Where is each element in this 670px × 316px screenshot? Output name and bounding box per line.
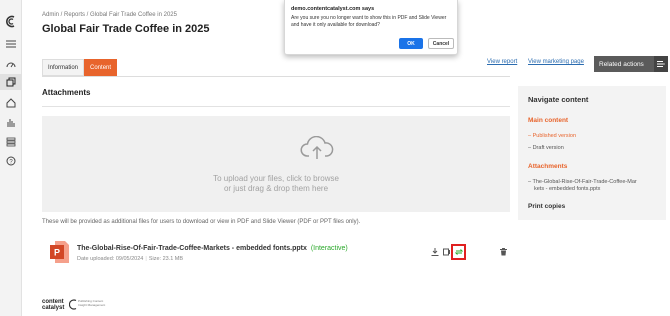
- interactive-tag: (Interactive): [310, 245, 348, 252]
- attachment-filename[interactable]: The-Global-Rise-Of-Fair-Trade-Coffee-Mar…: [77, 245, 348, 252]
- slide-viewer-icon[interactable]: [442, 247, 451, 256]
- breadcrumb[interactable]: Admin / Reports / Global Fair Trade Coff…: [42, 12, 177, 18]
- cloud-upload-icon: [300, 135, 334, 165]
- upload-dropzone[interactable]: To upload your files, click to browse or…: [42, 116, 510, 212]
- page-title: Global Fair Trade Coffee in 2025: [42, 23, 210, 35]
- related-actions-button[interactable]: Related actions: [594, 56, 668, 72]
- nav-attachment-item-cont[interactable]: kets - embedded fonts.pptx: [534, 186, 600, 192]
- nav-published-version[interactable]: – Published version: [528, 133, 576, 139]
- nav-main-content[interactable]: Main content: [528, 117, 568, 124]
- tab-divider: [42, 76, 510, 77]
- highlight-box: [451, 244, 466, 260]
- content-icon[interactable]: [0, 74, 22, 90]
- attachments-heading: Attachments: [42, 88, 91, 97]
- attachments-note: These will be provided as additional fil…: [42, 219, 361, 225]
- list-icon[interactable]: [4, 135, 18, 149]
- cancel-button[interactable]: Cancel: [428, 38, 454, 49]
- tab-information[interactable]: Information: [42, 59, 85, 76]
- content-catalyst-logo: content catalyst Publishing Content Insi…: [42, 299, 105, 311]
- logo-text-line2: catalyst: [42, 305, 65, 311]
- navigate-heading: Navigate content: [528, 95, 589, 104]
- powerpoint-file-icon: P: [50, 240, 70, 264]
- attachment-meta: Date uploaded: 09/05/2024 | Size: 23.1 MB: [77, 256, 184, 262]
- related-actions-label: Related actions: [599, 60, 644, 68]
- logo-swirl-icon: [69, 299, 77, 310]
- logo-tagline: Publishing Content Insight Management: [78, 299, 106, 307]
- dialog-message: Are you sure you no longer want to show …: [291, 15, 447, 28]
- help-icon[interactable]: ?: [4, 154, 18, 168]
- file-size: Size: 23.1 MB: [148, 256, 184, 262]
- logo-icon[interactable]: [4, 14, 18, 28]
- navigate-content-panel: Navigate content Main content – Publishe…: [518, 86, 666, 220]
- nav-draft-version[interactable]: – Draft version: [528, 145, 564, 151]
- view-report-link[interactable]: View report: [487, 59, 517, 65]
- dashboard-icon[interactable]: [4, 58, 18, 72]
- home-icon[interactable]: [4, 96, 18, 110]
- trash-icon[interactable]: [499, 247, 508, 256]
- upload-instruction-2: or just drag & drop them here: [223, 184, 329, 193]
- download-icon[interactable]: [430, 247, 439, 256]
- dialog-origin: demo.contentcatalyst.com says: [291, 6, 375, 12]
- view-marketing-page-link[interactable]: View marketing page: [528, 59, 584, 65]
- nav-attachment-item[interactable]: – The-Global-Rise-Of-Fair-Trade-Coffee-M…: [528, 179, 637, 185]
- nav-attachments[interactable]: Attachments: [528, 163, 567, 170]
- menu-lines-icon: [654, 56, 668, 72]
- attachment-filename-text: The-Global-Rise-Of-Fair-Trade-Coffee-Mar…: [77, 245, 307, 252]
- left-sidebar: ?: [0, 0, 22, 316]
- attachment-row: P The-Global-Rise-Of-Fair-Trade-Coffee-M…: [42, 236, 510, 270]
- section-divider: [42, 106, 510, 107]
- analytics-icon[interactable]: [4, 115, 18, 129]
- ok-button[interactable]: OK: [399, 38, 423, 49]
- confirm-dialog: demo.contentcatalyst.com says Are you su…: [284, 0, 458, 55]
- upload-date: Date uploaded: 09/05/2024: [77, 256, 144, 262]
- tab-content[interactable]: Content: [84, 59, 118, 76]
- upload-instruction: To upload your files, click to browse: [213, 174, 339, 183]
- svg-text:P: P: [54, 248, 60, 258]
- tab-bar: Information Content: [42, 59, 118, 76]
- nav-print-copies[interactable]: Print copies: [528, 203, 565, 210]
- menu-icon[interactable]: [4, 37, 18, 51]
